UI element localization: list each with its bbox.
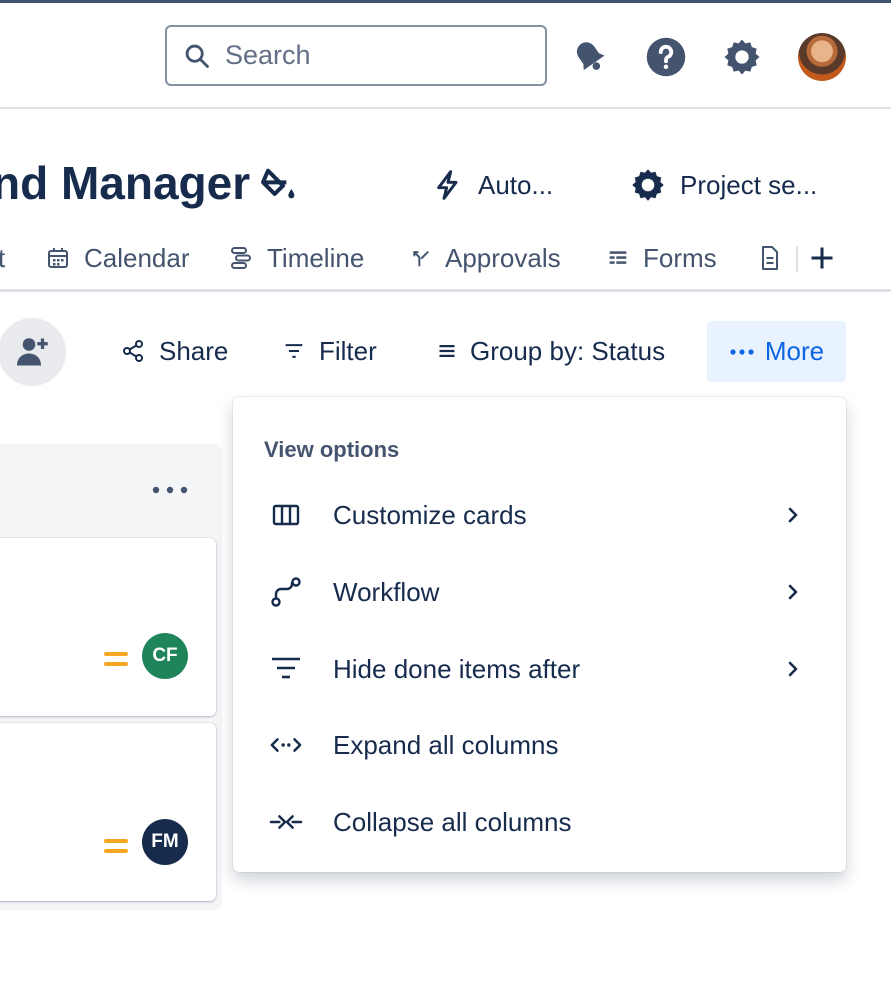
paint-bucket-icon[interactable] bbox=[258, 164, 298, 204]
filter-icon bbox=[269, 652, 303, 686]
profile-avatar[interactable] bbox=[798, 33, 846, 81]
group-by-label: Group by: Status bbox=[470, 335, 666, 366]
board-card[interactable] bbox=[0, 723, 216, 901]
chevron-right-icon bbox=[788, 584, 798, 600]
list-icon bbox=[439, 345, 455, 357]
lightning-icon bbox=[437, 170, 458, 200]
plus-icon bbox=[811, 247, 833, 269]
board-card[interactable] bbox=[0, 538, 216, 716]
menu-item-label: Collapse all columns bbox=[333, 806, 572, 837]
assignee-avatar[interactable]: CF bbox=[142, 633, 188, 679]
menu-item-label: Hide done items after bbox=[333, 653, 581, 684]
share-label: Share bbox=[159, 335, 229, 366]
project-settings-label: Project se... bbox=[680, 169, 818, 200]
view-options-menu: View options Customize cards Workflow Hi… bbox=[233, 397, 846, 872]
ellipsis-icon bbox=[730, 348, 754, 355]
share-icon bbox=[123, 340, 143, 362]
chevron-right-icon bbox=[788, 507, 798, 523]
share-button[interactable]: Share bbox=[121, 325, 228, 377]
menu-item-expand-all[interactable]: Expand all columns bbox=[233, 713, 846, 777]
expand-icon bbox=[269, 728, 303, 762]
filter-label: Filter bbox=[319, 335, 377, 366]
notifications-icon[interactable] bbox=[568, 35, 612, 79]
tab-label: Calendar bbox=[84, 242, 190, 273]
tab-forms[interactable]: Forms bbox=[607, 240, 717, 276]
menu-item-collapse-all[interactable]: Collapse all columns bbox=[233, 790, 846, 854]
columns-icon bbox=[269, 498, 303, 532]
tab-list[interactable]: t bbox=[0, 240, 5, 276]
menu-item-label: Workflow bbox=[333, 576, 440, 607]
menu-item-customize-cards[interactable]: Customize cards bbox=[233, 483, 846, 547]
menu-heading: View options bbox=[264, 437, 400, 462]
tab-label: Forms bbox=[643, 242, 717, 273]
automation-button[interactable]: Auto... bbox=[432, 160, 553, 210]
calendar-icon bbox=[48, 248, 68, 268]
more-button[interactable]: More bbox=[707, 321, 846, 382]
project-settings-button[interactable]: Project se... bbox=[630, 160, 817, 210]
search-box[interactable] bbox=[165, 25, 547, 86]
search-input[interactable] bbox=[225, 40, 525, 71]
settings-icon[interactable] bbox=[720, 35, 764, 79]
tab-label: Approvals bbox=[445, 242, 561, 273]
menu-item-label: Customize cards bbox=[333, 499, 527, 530]
tab-label: Timeline bbox=[267, 242, 365, 273]
more-label: More bbox=[764, 336, 825, 366]
group-by-button[interactable]: Group by: Status bbox=[438, 325, 665, 377]
menu-item-label: Expand all columns bbox=[333, 729, 559, 760]
column-actions-button[interactable] bbox=[148, 478, 192, 502]
view-tabs: t Calendar Timeline Approvals Forms bbox=[0, 230, 891, 292]
search-icon bbox=[185, 44, 209, 68]
tab-divider bbox=[796, 246, 798, 272]
priority-medium-icon bbox=[104, 839, 128, 853]
add-view-button[interactable] bbox=[808, 240, 850, 276]
forms-icon bbox=[609, 251, 627, 264]
filter-icon bbox=[285, 344, 303, 358]
tab-label: t bbox=[0, 242, 6, 273]
timeline-icon bbox=[231, 247, 251, 269]
tab-pages[interactable] bbox=[760, 240, 794, 276]
workflow-icon bbox=[269, 575, 303, 609]
tab-timeline[interactable]: Timeline bbox=[229, 240, 364, 276]
priority-medium-icon bbox=[104, 652, 128, 666]
approvals-icon bbox=[413, 251, 429, 267]
page-icon bbox=[762, 246, 778, 270]
menu-item-workflow[interactable]: Workflow bbox=[233, 560, 846, 624]
collapse-icon bbox=[269, 805, 303, 839]
invite-button[interactable] bbox=[0, 318, 66, 386]
tab-calendar[interactable]: Calendar bbox=[46, 240, 190, 276]
chevron-right-icon bbox=[788, 661, 798, 677]
ellipsis-icon bbox=[152, 486, 188, 494]
tab-approvals[interactable]: Approvals bbox=[411, 240, 561, 276]
automation-label: Auto... bbox=[478, 169, 554, 200]
project-title: nd Manager bbox=[0, 157, 251, 209]
help-icon[interactable] bbox=[644, 35, 688, 79]
assignee-avatar[interactable]: FM bbox=[142, 819, 188, 865]
gear-icon bbox=[632, 169, 664, 201]
top-navigation bbox=[0, 3, 891, 109]
add-person-icon bbox=[17, 338, 48, 366]
filter-button[interactable]: Filter bbox=[283, 325, 377, 377]
menu-item-hide-done[interactable]: Hide done items after bbox=[233, 637, 846, 701]
